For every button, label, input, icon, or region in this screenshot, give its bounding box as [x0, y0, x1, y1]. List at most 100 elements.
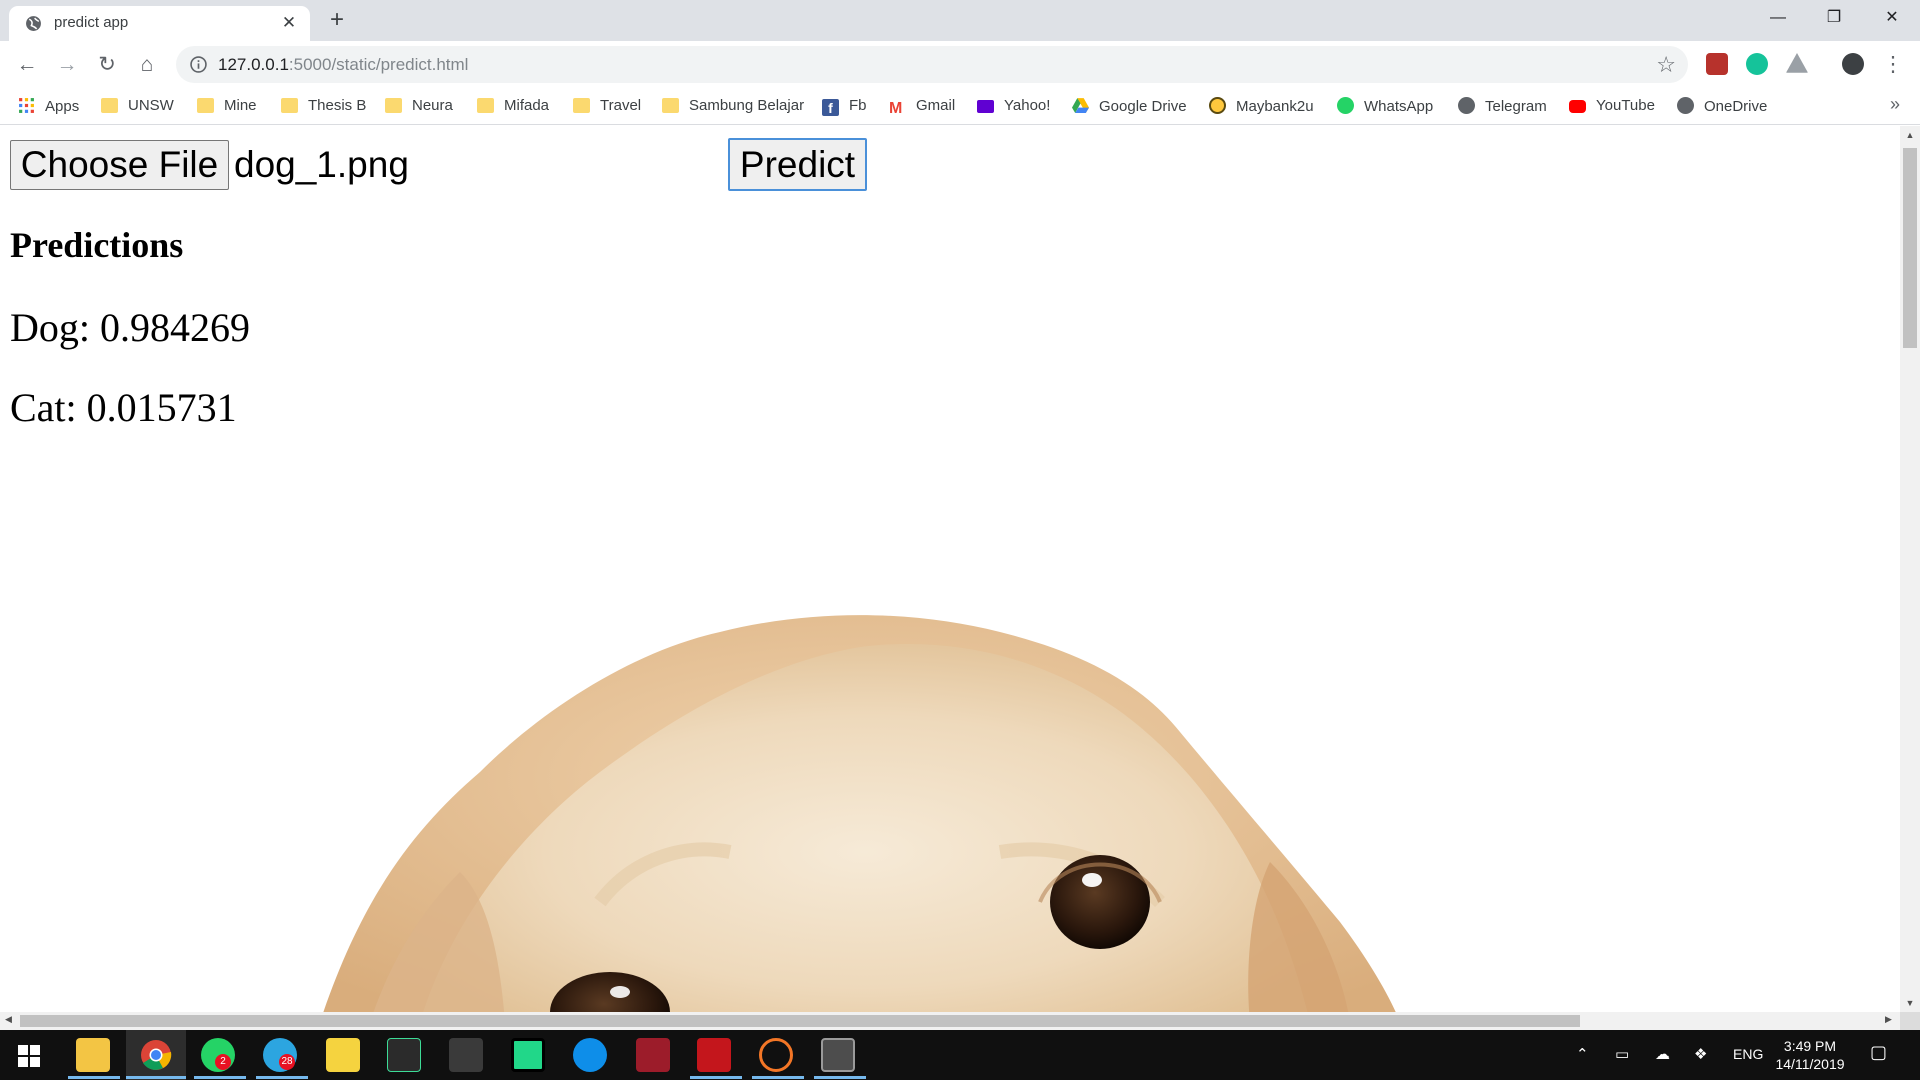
bookmark-travel[interactable]: Travel	[573, 97, 641, 117]
menu-kebab-icon[interactable]: ⋮	[1878, 50, 1908, 80]
vertical-scrollbar[interactable]: ▲ ▼	[1900, 126, 1920, 1012]
bookmarks-bar: Apps UNSW Mine Thesis B Neura Mifada Tra…	[0, 88, 1920, 125]
grammarly-extension-icon[interactable]	[1746, 53, 1768, 75]
minimize-button[interactable]: —	[1750, 0, 1806, 36]
bookmark-thesis-b[interactable]: Thesis B	[281, 97, 366, 117]
bookmark-label: YouTube	[1596, 97, 1655, 114]
battery-icon[interactable]: ▭	[1615, 1045, 1629, 1063]
globe-icon	[1677, 97, 1694, 114]
facebook-icon: f	[822, 99, 839, 116]
language-indicator[interactable]: ENG	[1733, 1046, 1763, 1062]
reload-icon[interactable]: ↻	[92, 50, 122, 80]
selected-file-name: dog_1.png	[234, 144, 409, 185]
bookmark-neura[interactable]: Neura	[385, 97, 453, 117]
bookmark-sambung-belajar[interactable]: Sambung Belajar	[662, 97, 804, 117]
bookmark-label: Maybank2u	[1236, 98, 1314, 115]
taskbar-clock[interactable]: 3:49 PM 14/11/2019	[1768, 1037, 1852, 1073]
horizontal-scroll-thumb[interactable]	[20, 1015, 1580, 1027]
acrobat-icon[interactable]	[697, 1038, 731, 1072]
bookmark-star-icon[interactable]: ☆	[1656, 52, 1676, 78]
tab-close-icon[interactable]: ✕	[279, 13, 299, 33]
taskbar-indicator	[68, 1076, 120, 1079]
pycharm-edu-icon[interactable]	[387, 1038, 421, 1072]
mathpix-icon[interactable]	[449, 1038, 483, 1072]
url-host: 127.0.0.1	[218, 55, 289, 74]
bookmark-label: Thesis B	[308, 97, 367, 114]
new-tab-button[interactable]: +	[324, 7, 350, 33]
choose-file-button[interactable]: Choose File	[10, 140, 229, 190]
onedrive-cloud-icon[interactable]: ☁	[1655, 1045, 1670, 1063]
bookmark-label: Sambung Belajar	[689, 97, 805, 114]
bookmark-yahoo[interactable]: Yahoo!	[977, 97, 1050, 117]
predictions-heading: Predictions	[10, 225, 184, 265]
youtube-icon	[1569, 100, 1586, 113]
maximize-button[interactable]: ❐	[1806, 0, 1862, 36]
pycharm-icon[interactable]	[511, 1038, 545, 1072]
scroll-right-arrow-icon[interactable]: ▶	[1885, 1014, 1892, 1025]
file-explorer-icon[interactable]	[76, 1038, 110, 1072]
telegram-badge: 28	[279, 1054, 295, 1070]
teamviewer-icon[interactable]	[573, 1038, 607, 1072]
scroll-left-arrow-icon[interactable]: ◀	[5, 1014, 12, 1025]
profile-avatar[interactable]	[1842, 53, 1864, 75]
drive-extension-icon[interactable]	[1786, 53, 1808, 73]
bookmark-google-drive[interactable]: Google Drive	[1072, 97, 1187, 117]
whatsapp-icon	[1337, 97, 1354, 114]
scroll-down-arrow-icon[interactable]: ▼	[1900, 998, 1920, 1008]
folder-icon	[477, 98, 494, 113]
address-bar[interactable]: 127.0.0.1:5000/static/predict.html ☆	[176, 46, 1688, 83]
bookmark-unsw[interactable]: UNSW	[101, 97, 174, 117]
clock-date: 14/11/2019	[1775, 1056, 1845, 1072]
mendeley-icon[interactable]	[636, 1038, 670, 1072]
bookmark-youtube[interactable]: YouTube	[1569, 97, 1655, 117]
bookmark-mine[interactable]: Mine	[197, 97, 257, 117]
folder-icon	[662, 98, 679, 113]
bookmark-label: Mine	[224, 97, 257, 114]
folder-icon	[281, 98, 298, 113]
bookmark-label: Gmail	[916, 97, 956, 114]
folder-icon	[385, 98, 402, 113]
globe-icon	[1458, 97, 1475, 114]
bookmark-label: Neura	[412, 97, 453, 114]
typora-icon[interactable]	[326, 1038, 360, 1072]
dropbox-icon[interactable]: ❖	[1694, 1045, 1707, 1063]
tab-predict-app[interactable]: predict app ✕	[9, 6, 310, 41]
bookmark-label: Apps	[45, 98, 80, 115]
bookmark-maybank2u[interactable]: Maybank2u	[1209, 97, 1314, 117]
scroll-up-arrow-icon[interactable]: ▲	[1900, 130, 1920, 140]
taskbar-indicator	[752, 1076, 804, 1079]
bookmark-apps[interactable]: Apps	[18, 97, 79, 117]
taskbar-indicator	[256, 1076, 308, 1079]
bookmark-onedrive[interactable]: OneDrive	[1677, 97, 1767, 117]
folder-icon	[197, 98, 214, 113]
bookmark-whatsapp[interactable]: WhatsApp	[1337, 97, 1433, 117]
bookmark-fb[interactable]: f Fb	[822, 97, 867, 117]
info-icon[interactable]	[190, 56, 207, 73]
bookmark-telegram[interactable]: Telegram	[1458, 97, 1547, 117]
home-icon[interactable]: ⌂	[132, 50, 162, 80]
terminal-icon[interactable]	[821, 1038, 855, 1072]
url-text[interactable]: 127.0.0.1:5000/static/predict.html	[218, 55, 468, 75]
vertical-scroll-thumb[interactable]	[1903, 148, 1917, 348]
gmail-icon: M	[889, 100, 903, 117]
jupyter-icon[interactable]	[759, 1038, 793, 1072]
bookmark-gmail[interactable]: M Gmail	[889, 97, 955, 117]
tab-title: predict app	[54, 14, 129, 31]
windows-start-icon[interactable]	[18, 1045, 40, 1067]
horizontal-scrollbar[interactable]: ◀ ▶	[0, 1012, 1900, 1030]
bookmark-label: Yahoo!	[1004, 97, 1051, 114]
bookmark-mifada[interactable]: Mifada	[477, 97, 549, 117]
prediction-dog: Dog: 0.984269	[10, 305, 250, 350]
predict-button[interactable]: Predict	[728, 138, 867, 191]
tray-chevron-up-icon[interactable]: ⌃	[1576, 1045, 1589, 1063]
bookmarks-overflow-icon[interactable]: »	[1890, 94, 1900, 115]
bookmark-label: Google Drive	[1099, 98, 1187, 115]
forward-icon[interactable]: →	[52, 50, 82, 80]
taskbar-indicator	[126, 1076, 186, 1079]
dog-image	[323, 615, 1396, 1012]
back-icon[interactable]: ←	[12, 50, 42, 80]
acrobat-extension-icon[interactable]	[1706, 53, 1728, 75]
chrome-icon[interactable]	[139, 1038, 173, 1072]
notification-center-icon[interactable]: ▢	[1870, 1042, 1887, 1063]
close-window-button[interactable]: ✕	[1864, 0, 1920, 36]
